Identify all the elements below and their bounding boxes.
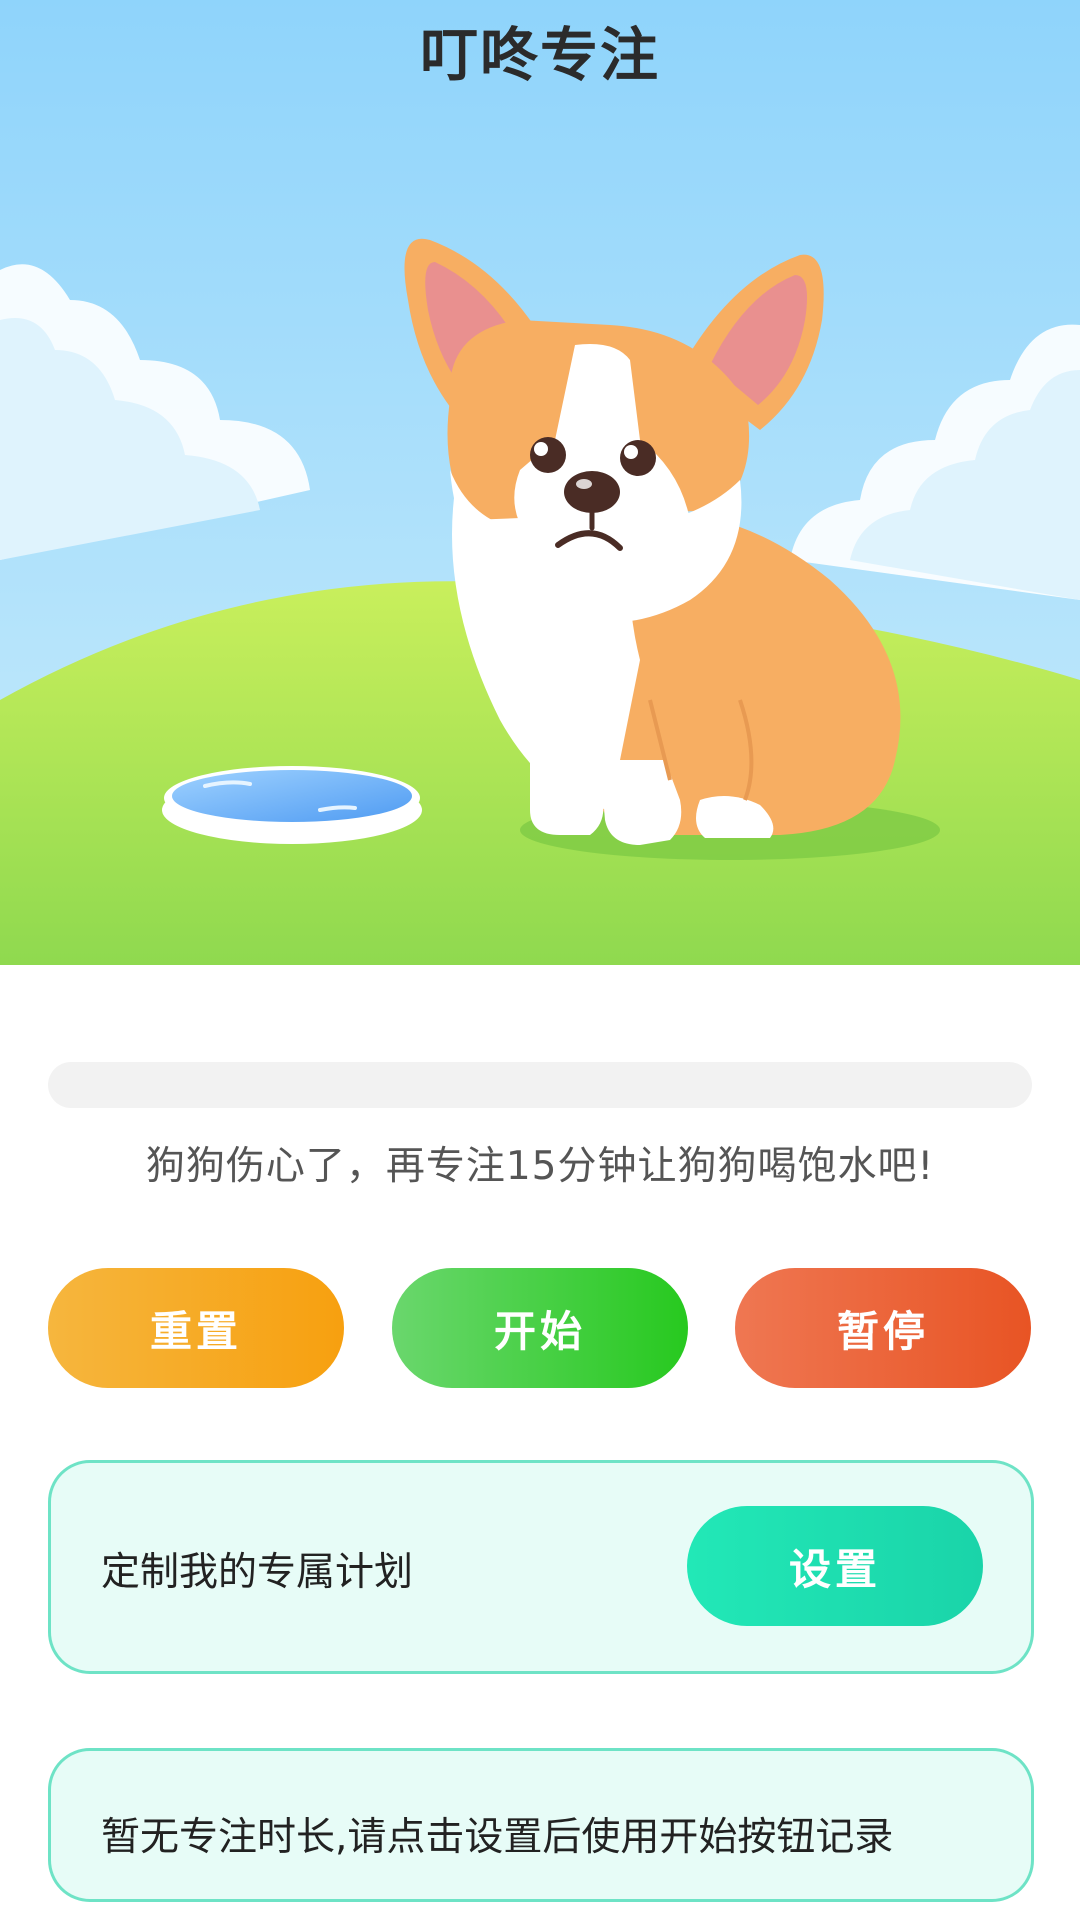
pause-button[interactable]: 暂停 [735,1268,1031,1388]
progress-bar [48,1062,1032,1108]
record-card: 暂无专注时长,请点击设置后使用开始按钮记录 [48,1748,1034,1902]
app-title: 叮咚专注 [419,21,660,89]
water-bowl [162,766,422,844]
settings-button[interactable]: 设置 [687,1506,983,1626]
reset-button[interactable]: 重置 [48,1268,344,1388]
status-message: 狗狗伤心了，再专注15分钟让狗狗喝饱水吧! [145,1144,935,1189]
plan-card: 定制我的专属计划 设置 [48,1460,1034,1674]
hero-scene [0,0,1080,965]
start-button[interactable]: 开始 [392,1268,688,1388]
record-card-text: 暂无专注时长,请点击设置后使用开始按钮记录 [101,1815,894,1860]
hero-illustration: 叮咚专注 [0,0,1080,965]
plan-card-text: 定制我的专属计划 [101,1550,414,1595]
